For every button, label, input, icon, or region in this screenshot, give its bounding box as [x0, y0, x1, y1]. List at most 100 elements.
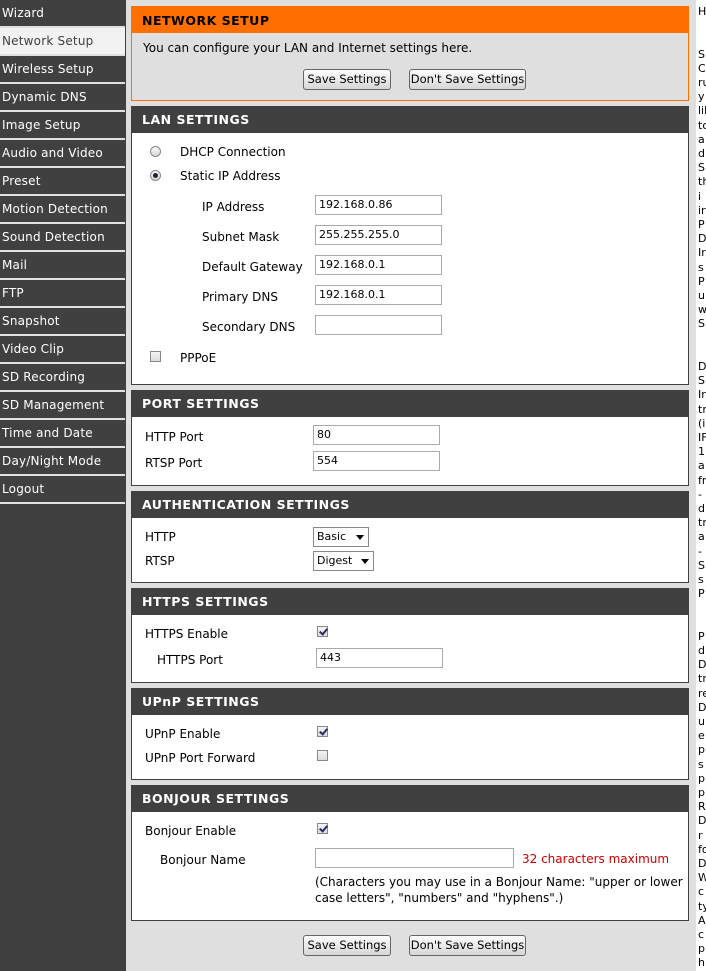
- help-text-fragment: Ir: [698, 246, 706, 260]
- upnp-settings-panel: UPnP SETTINGS UPnP Enable UPnP Port Forw…: [131, 688, 689, 780]
- help-text-fragment: S: [698, 558, 705, 572]
- https-enable-checkbox[interactable]: [317, 626, 328, 637]
- http-auth-label: HTTP: [145, 530, 176, 544]
- bonjour-name-input[interactable]: [315, 848, 514, 868]
- top-dont-save-settings-button[interactable]: Don't Save Settings: [409, 69, 526, 90]
- bonjour-name-label: Bonjour Name: [160, 853, 246, 867]
- bottom-save-settings-button[interactable]: Save Settings: [303, 935, 391, 956]
- https-settings-panel: HTTPS SETTINGS HTTPS Enable HTTPS Port 4…: [131, 588, 689, 683]
- sidebar-item-wireless-setup[interactable]: Wireless Setup: [0, 56, 125, 84]
- sidebar-item-sd-management[interactable]: SD Management: [0, 392, 125, 420]
- help-text-fragment: y: [698, 90, 705, 104]
- help-text-fragment: P: [698, 218, 705, 231]
- help-text-fragment: fr: [698, 473, 706, 487]
- http-auth-select-value: Basic: [317, 530, 347, 543]
- help-text-fragment: ty: [698, 899, 706, 913]
- rtsp-auth-select[interactable]: Digest: [313, 551, 374, 571]
- authentication-settings-panel: AUTHENTICATION SETTINGS HTTP Basic RTSP …: [131, 491, 689, 583]
- help-text-fragment: r: [698, 828, 703, 842]
- https-port-input[interactable]: 443: [316, 648, 443, 668]
- https-enable-label: HTTPS Enable: [145, 627, 229, 641]
- sidebar-item-video-clip[interactable]: Video Clip: [0, 336, 125, 364]
- network-setup-title: NETWORK SETUP: [132, 7, 688, 33]
- help-text-fragment: fo: [698, 842, 706, 856]
- help-text-fragment: tr: [698, 402, 706, 416]
- help-text-fragment: D: [698, 814, 706, 828]
- subnet-mask-label: Subnet Mask: [202, 230, 280, 244]
- help-text-fragment: S: [698, 47, 705, 61]
- secondary-dns-label: Secondary DNS: [202, 320, 296, 334]
- sidebar-item-mail[interactable]: Mail: [0, 252, 125, 280]
- secondary-dns-input[interactable]: [315, 315, 442, 335]
- sidebar-item-time-and-date[interactable]: Time and Date: [0, 420, 125, 448]
- help-text-fragment: p: [698, 743, 705, 757]
- help-text-fragment: S: [698, 374, 705, 388]
- help-text-fragment: d: [698, 147, 705, 160]
- help-text-fragment: D: [698, 857, 706, 870]
- bottom-dont-save-settings-button[interactable]: Don't Save Settings: [409, 935, 526, 956]
- upnp-enable-checkbox[interactable]: [317, 726, 328, 737]
- sidebar-item-wizard[interactable]: Wizard: [0, 0, 125, 28]
- help-text-fragment: tr: [698, 672, 706, 686]
- sidebar-item-ftp[interactable]: FTP: [0, 280, 125, 308]
- bonjour-settings-panel: BONJOUR SETTINGS Bonjour Enable Bonjour …: [131, 785, 689, 921]
- help-panel: HSCruyliktoadSthiirPDIrsPuwSDSIrtr(iIF1a…: [696, 0, 706, 971]
- pppoe-label: PPPoE: [180, 351, 217, 365]
- pppoe-checkbox[interactable]: [150, 351, 161, 362]
- help-text-fragment: p: [698, 786, 705, 799]
- sidebar-item-logout[interactable]: Logout: [0, 476, 125, 504]
- sidebar-nav: Wizard Network Setup Wireless Setup Dynamic…: [0, 0, 125, 971]
- sidebar-item-sd-recording[interactable]: SD Recording: [0, 364, 125, 392]
- sidebar-item-dynamic-dns[interactable]: Dynamic DNS: [0, 84, 125, 112]
- https-port-label: HTTPS Port: [157, 653, 223, 667]
- help-text-fragment: lik: [698, 104, 706, 118]
- top-save-settings-button[interactable]: Save Settings: [303, 69, 391, 90]
- static-ip-radio[interactable]: [150, 170, 161, 181]
- bonjour-max-chars-note: 32 characters maximum: [522, 852, 670, 866]
- help-text-fragment: a: [698, 132, 705, 146]
- subnet-mask-input[interactable]: 255.255.255.0: [315, 225, 442, 245]
- bonjour-hint-line-2: case letters", "numbers" and "hyphens".): [315, 891, 564, 905]
- dhcp-radio[interactable]: [150, 146, 161, 157]
- help-text-fragment: ir: [698, 203, 706, 217]
- help-text-fragment: e: [698, 729, 705, 743]
- http-port-label: HTTP Port: [145, 430, 204, 444]
- bonjour-hint-line-1: (Characters you may use in a Bonjour Nam…: [315, 875, 683, 889]
- upnp-enable-label: UPnP Enable: [145, 727, 221, 741]
- sidebar-item-preset[interactable]: Preset: [0, 168, 125, 196]
- rtsp-auth-select-value: Digest: [317, 554, 353, 567]
- sidebar-item-motion-detection[interactable]: Motion Detection: [0, 196, 125, 224]
- lan-settings-panel: LAN SETTINGS DHCP Connection Static IP A…: [131, 106, 689, 385]
- help-text-fragment: -: [698, 544, 702, 558]
- help-text-fragment: c: [698, 928, 705, 941]
- help-text-fragment: A: [698, 913, 706, 927]
- help-text-fragment: S: [698, 161, 705, 175]
- default-gateway-input[interactable]: 192.168.0.1: [315, 255, 442, 275]
- sidebar-item-audio-and-video[interactable]: Audio and Video: [0, 140, 125, 168]
- primary-dns-input[interactable]: 192.168.0.1: [315, 285, 442, 305]
- help-text-fragment: D: [698, 658, 706, 672]
- bonjour-settings-title: BONJOUR SETTINGS: [132, 786, 688, 812]
- rtsp-port-label: RTSP Port: [145, 456, 203, 470]
- sidebar-item-network-setup[interactable]: Network Setup: [0, 28, 125, 56]
- help-text-fragment: a: [698, 530, 705, 544]
- ip-address-input[interactable]: 192.168.0.86: [315, 195, 442, 215]
- sidebar-item-snapshot[interactable]: Snapshot: [0, 308, 125, 336]
- help-text-fragment: S: [698, 317, 705, 331]
- bonjour-enable-checkbox[interactable]: [317, 823, 328, 834]
- help-text-fragment: u: [698, 715, 705, 728]
- help-text-fragment: d: [698, 644, 705, 657]
- rtsp-port-input[interactable]: 554: [313, 451, 440, 471]
- dhcp-label: DHCP Connection: [180, 145, 286, 159]
- sidebar-item-day-night-mode[interactable]: Day/Night Mode: [0, 448, 125, 476]
- upnp-port-forward-checkbox[interactable]: [317, 750, 328, 761]
- help-text-fragment: s: [698, 573, 704, 586]
- sidebar-item-image-setup[interactable]: Image Setup: [0, 112, 125, 140]
- http-auth-select[interactable]: Basic: [313, 527, 369, 547]
- help-text-fragment: th: [698, 175, 706, 189]
- bonjour-enable-label: Bonjour Enable: [145, 824, 237, 838]
- help-text-fragment: P: [698, 629, 705, 643]
- http-port-input[interactable]: 80: [313, 425, 440, 445]
- help-text-fragment: d: [698, 502, 705, 515]
- sidebar-item-sound-detection[interactable]: Sound Detection: [0, 224, 125, 252]
